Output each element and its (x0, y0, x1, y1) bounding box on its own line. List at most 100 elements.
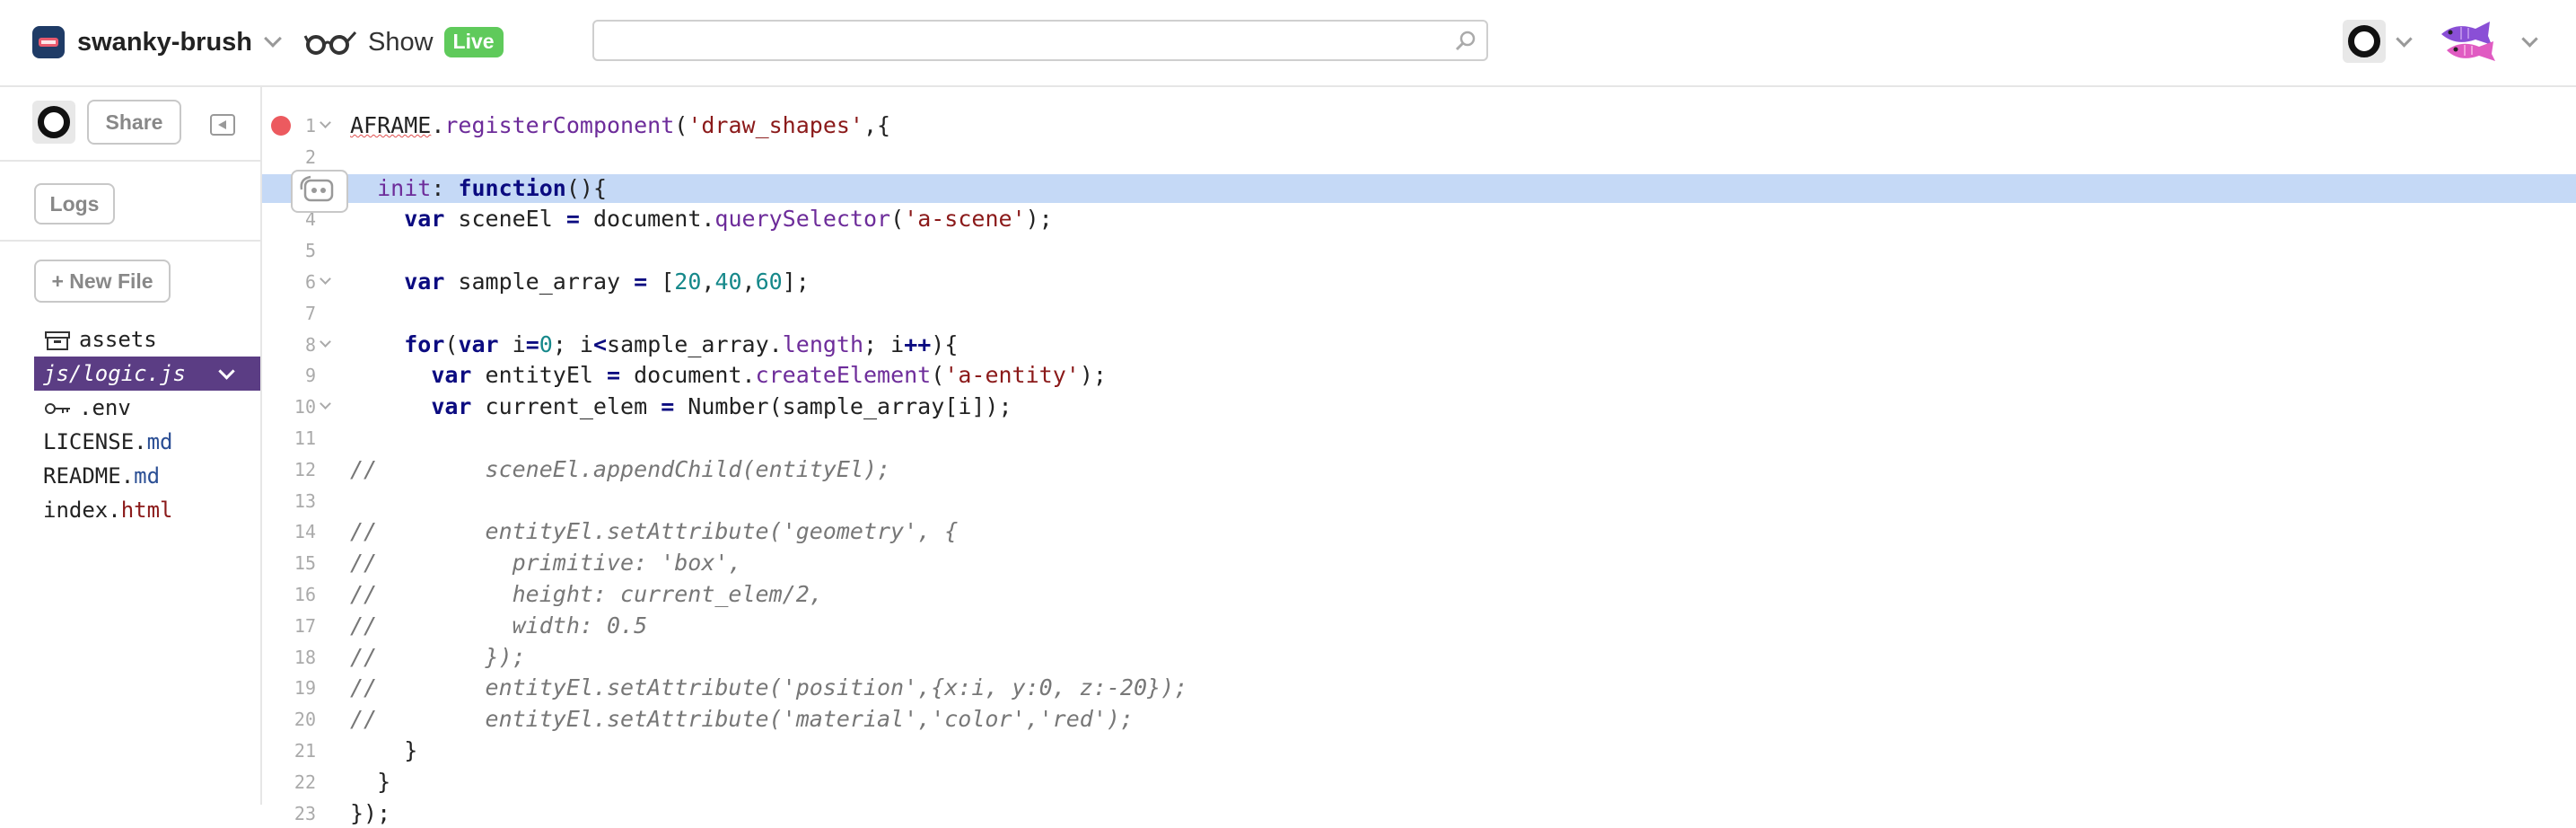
code-token: document. (620, 362, 756, 389)
code-line[interactable]: 23}); (262, 799, 2576, 828)
code-text: // entityEl.setAttribute('geometry', { (350, 517, 958, 546)
search-input[interactable] (605, 27, 1416, 56)
share-button[interactable]: Share (87, 100, 181, 145)
chevron-down-icon[interactable] (2521, 31, 2538, 48)
code-editor[interactable]: 1 AFRAME.registerComponent('draw_shapes',… (262, 87, 2576, 826)
code-line[interactable]: 5 (262, 236, 2576, 265)
line-number: 18 (294, 646, 316, 668)
file-extension: md (146, 429, 173, 454)
code-token: createElement (755, 362, 932, 389)
code-line[interactable]: 22 } (262, 768, 2576, 797)
file-name: README. (43, 463, 135, 489)
line-number: 16 (294, 584, 316, 605)
line-number: 14 (294, 521, 316, 543)
code-text: var sample_array = [20,40,60]; (350, 268, 810, 296)
code-line[interactable]: 4 var sceneEl = document.querySelector('… (262, 205, 2576, 233)
code-token: ]; (782, 269, 810, 295)
collapse-sidebar-icon[interactable] (210, 114, 235, 136)
code-line[interactable]: 10 var current_elem = Number(sample_arra… (262, 392, 2576, 421)
search-icon[interactable] (1454, 30, 1477, 53)
code-token: document. (579, 206, 715, 233)
code-line[interactable]: 3 init: function(){ (262, 173, 2576, 203)
code-token: for (404, 330, 445, 357)
code-line[interactable]: 2 (262, 143, 2576, 172)
file-item-assets[interactable]: assets (34, 322, 260, 357)
code-line[interactable]: 12 // sceneEl.appendChild(entityEl); (262, 455, 2576, 484)
code-token: init (377, 174, 432, 201)
new-file-button[interactable]: + New File (34, 260, 171, 303)
code-token: . (431, 112, 445, 138)
code-token: querySelector (714, 206, 891, 233)
code-token: ); (1079, 362, 1107, 389)
file-item-env[interactable]: .env (34, 391, 260, 425)
code-token: ; i (552, 330, 593, 357)
show-button[interactable]: Show Live (303, 24, 504, 60)
help-button[interactable] (291, 170, 348, 213)
code-line[interactable]: 18 // }); (262, 643, 2576, 672)
code-line[interactable]: 15 // primitive: 'box', (262, 549, 2576, 577)
code-line[interactable]: 16 // height: current_elem/2, (262, 580, 2576, 609)
file-item-license[interactable]: LICENSE.md (34, 425, 260, 459)
fold-toggle-icon[interactable] (320, 398, 331, 410)
line-number: 15 (294, 552, 316, 575)
show-label: Show (368, 27, 434, 57)
user-avatar-button[interactable] (2343, 20, 2386, 63)
code-line[interactable]: 13 (262, 487, 2576, 515)
code-token: = (525, 330, 539, 357)
code-line[interactable]: 14 // entityEl.setAttribute('geometry', { (262, 517, 2576, 546)
code-text: // entityEl.setAttribute('material','col… (350, 705, 1134, 734)
code-token: 'draw_shapes' (688, 112, 863, 138)
code-token: // height: current_elem/2, (350, 581, 823, 607)
divider (0, 160, 260, 162)
code-text: } (350, 736, 417, 765)
code-line[interactable]: 8 for(var i=0; i<sample_array.length; i+… (262, 330, 2576, 359)
fold-toggle-icon[interactable] (320, 117, 331, 128)
project-menu[interactable]: swanky-brush (32, 24, 282, 60)
code-token: // }); (350, 643, 526, 670)
code-token: [ (647, 269, 675, 295)
code-line[interactable]: 6 var sample_array = [20,40,60]; (262, 268, 2576, 296)
support-icon (300, 175, 334, 202)
chevron-down-icon[interactable] (2396, 31, 2413, 48)
file-item-logic-js[interactable]: js/logic.js (34, 357, 260, 391)
fold-toggle-icon[interactable] (320, 273, 331, 285)
line-number: 21 (294, 740, 316, 762)
code-token: var (431, 362, 472, 389)
logs-button[interactable]: Logs (34, 183, 115, 225)
code-token: sample_array (444, 269, 635, 295)
fold-toggle-icon[interactable] (320, 335, 331, 348)
line-number: 23 (294, 802, 316, 824)
code-text: var current_elem = Number(sample_array[i… (350, 392, 1012, 421)
code-token: // primitive: 'box', (350, 550, 742, 577)
code-text: var entityEl = document.createElement('a… (350, 361, 1107, 390)
code-token: sample_array. (607, 330, 783, 357)
code-line[interactable]: 19 // entityEl.setAttribute('position',{x… (262, 674, 2576, 702)
code-token: ( (444, 330, 459, 357)
code-token: } (350, 768, 391, 795)
code-line[interactable]: 11 (262, 424, 2576, 453)
code-token: }); (350, 799, 391, 826)
code-line[interactable]: 1 AFRAME.registerComponent('draw_shapes',… (262, 111, 2576, 140)
code-line[interactable]: 20 // entityEl.setAttribute('material','c… (262, 705, 2576, 734)
fish-icon[interactable] (2438, 18, 2501, 65)
code-line[interactable]: 17 // width: 0.5 (262, 612, 2576, 640)
code-line[interactable]: 7 (262, 299, 2576, 328)
code-token: // sceneEl.appendChild(entityEl); (350, 455, 891, 482)
code-token: entityEl (471, 362, 607, 389)
file-item-readme[interactable]: README.md (34, 459, 260, 493)
code-text: }); (350, 799, 390, 828)
code-text: AFRAME.registerComponent('draw_shapes',{ (350, 111, 890, 140)
chevron-down-icon (264, 30, 282, 48)
code-line[interactable]: 21 } (262, 736, 2576, 765)
file-item-index-html[interactable]: index.html (34, 493, 260, 527)
code-token: // entityEl.setAttribute('geometry', { (350, 518, 959, 545)
code-token: ); (1025, 206, 1053, 233)
chevron-down-icon[interactable] (218, 363, 235, 380)
file-name: assets (79, 327, 157, 352)
code-line[interactable]: 9 var entityEl = document.createElement(… (262, 361, 2576, 390)
search-box[interactable] (592, 20, 1488, 61)
line-number: 2 (304, 145, 316, 168)
collaborator-avatar[interactable] (32, 101, 75, 144)
